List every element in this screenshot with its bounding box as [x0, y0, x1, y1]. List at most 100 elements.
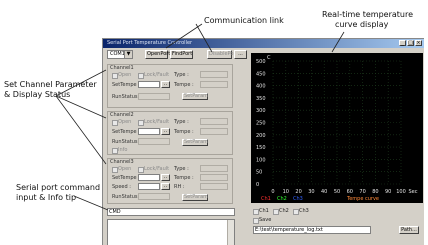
callout-realtime-line1: Real-time temperature	[322, 10, 414, 19]
maximize-button[interactable]: □	[407, 40, 414, 46]
extra-button[interactable]: ...	[234, 50, 247, 59]
command-input[interactable]: CMD	[107, 208, 235, 216]
close-button[interactable]: ×	[415, 40, 422, 46]
channel2-type-field	[200, 118, 228, 125]
chart-y-tick-label: 400	[256, 84, 266, 90]
channel1-tempe-label: Tempe :	[174, 82, 194, 88]
window-title: Serial Port Temperature Controller	[107, 40, 193, 46]
callout-set-channel: Set Channel Parameter & Display Status	[4, 80, 97, 100]
channel3-speed-button[interactable]: ..	[161, 183, 170, 190]
channel1-type-label: Type :	[174, 72, 189, 78]
channel2-runstatus-label: RunStatus :	[112, 139, 141, 145]
chart-y-tick-label: 250	[256, 121, 266, 127]
channel2-setparam-button[interactable]: SetParam	[182, 139, 208, 146]
channel1-lock-label: Lock/Fault	[144, 72, 170, 78]
channel2-type-label: Type :	[174, 119, 189, 125]
chart-y-tick-label: 500	[256, 59, 266, 65]
app-window: Serial Port Temperature Controller _ □ ×…	[102, 38, 424, 245]
callout-set-channel-line2: & Display Status	[4, 90, 71, 99]
channel2-settempe-input[interactable]	[138, 128, 160, 135]
channel3-rh-field	[200, 183, 228, 190]
channel2-tempe-field	[200, 128, 228, 135]
browse-path-button[interactable]: Path...	[399, 226, 419, 234]
chart-y-tick-label: 100	[256, 157, 266, 163]
chart-x-tick-label: 10	[283, 189, 289, 195]
channel2-settempe-label: SetTempe :	[112, 129, 140, 135]
channel3-tempe-field	[200, 174, 228, 181]
callout-serial-port-line2: input & Info tip	[16, 193, 77, 202]
disable-port-button[interactable]: DisablePort	[207, 50, 237, 59]
channel3-setparam-button[interactable]: SetParam	[182, 194, 208, 201]
channel3-settempe-input[interactable]	[138, 174, 160, 181]
channel2-title: Channel2	[110, 112, 134, 118]
save-label: Save	[259, 217, 272, 223]
chart-x-tick-label: 30	[308, 189, 314, 195]
channel3-lock-label: Lock/Fault	[144, 166, 170, 172]
callout-set-channel-line1: Set Channel Parameter	[4, 80, 97, 89]
channel1-setparam-button[interactable]: SetParam	[182, 93, 208, 100]
channel1-title: Channel1	[110, 65, 134, 71]
log-scrollbar[interactable]	[227, 220, 234, 245]
port-select-value: COM1	[110, 51, 125, 57]
channel2-open-label: Open	[118, 119, 132, 125]
channel1-tempe-field	[200, 81, 228, 88]
channel1-runstatus-label: RunStatus :	[112, 94, 141, 100]
channel2-group: Channel2 Open Lock/Fault Type : SetTempe…	[107, 111, 233, 155]
title-bar: Serial Port Temperature Controller _ □ ×	[103, 39, 424, 48]
channel1-type-field	[200, 71, 228, 78]
channel3-open-label: Open	[118, 166, 132, 172]
chart-x-tick-label: 0	[271, 189, 274, 195]
channel1-settempe-label: SetTempe :	[112, 82, 140, 88]
callout-realtime-chart: Real-time temperature curve display	[322, 10, 413, 30]
chart-y-tick-label: 300	[256, 108, 266, 114]
channel2-tempe-label: Tempe :	[174, 129, 194, 135]
chart-y-tick-label: 150	[256, 145, 266, 151]
chart-legend-ch3: Ch3	[293, 196, 303, 202]
chart-x-tick-label: 100	[396, 189, 406, 195]
chart-x-tick-label: 50	[334, 189, 340, 195]
chart-y-tick-label: 50	[256, 170, 262, 176]
channel1-runstatus-field	[138, 93, 170, 100]
channel3-title: Channel3	[110, 159, 134, 165]
channel2-set-button[interactable]: ..	[161, 128, 170, 135]
ch3-visible-label: Ch3	[299, 208, 309, 214]
chart-y-tick-label: 0	[256, 182, 259, 188]
channel2-runstatus-field	[138, 138, 170, 145]
channel1-open-label: Open	[118, 72, 132, 78]
open-port-button[interactable]: OpenPort	[145, 50, 170, 59]
find-port-button[interactable]: FindPort	[170, 50, 193, 59]
channel1-group: Channel1 Open Lock/Fault Type : SetTempe…	[107, 64, 233, 108]
chart-y-tick-label: 450	[256, 71, 266, 77]
chart-x-tick-label: 70	[359, 189, 365, 195]
channel3-type-field	[200, 165, 228, 172]
callout-serial-port-line1: Serial port command	[16, 183, 101, 192]
port-select[interactable]: COM1 ▼	[107, 50, 133, 59]
channel1-settempe-input[interactable]	[138, 81, 160, 88]
channel3-settempe-label: SetTempe :	[112, 175, 140, 181]
callout-serial-port: Serial port command input & Info tip	[16, 183, 100, 203]
channel3-set-button[interactable]: ..	[161, 174, 170, 181]
ch1-visible-label: Ch1	[259, 208, 269, 214]
channel2-info-label: Info	[118, 147, 128, 153]
channel3-type-label: Type :	[174, 166, 189, 172]
channel2-lock-label: Lock/Fault	[144, 119, 170, 125]
channel3-runstatus-label: RunStatus :	[112, 194, 141, 200]
chart-y-tick-label: 200	[256, 133, 266, 139]
temperature-chart: 500 450 400 350 300 250 200 150 100 50 0 0 10 20 30 40 5…	[251, 53, 423, 203]
chart-legend-ch2: Ch2	[277, 196, 287, 202]
chart-x-tick-label: 80	[372, 189, 378, 195]
channel3-speed-input[interactable]	[138, 183, 160, 190]
chart-x-tick-label: Sec	[409, 189, 418, 195]
chart-x-tick-label: 20	[295, 189, 301, 195]
chart-y-unit: C	[267, 55, 271, 61]
chart-x-tick-label: 90	[385, 189, 391, 195]
channel1-set-button[interactable]: ..	[161, 81, 170, 88]
save-path-input[interactable]: E:\test\temperature_log.txt	[253, 226, 371, 234]
callout-realtime-line2: curve display	[335, 20, 389, 29]
chart-x-tick-label: 60	[347, 189, 353, 195]
minimize-button[interactable]: _	[399, 40, 406, 46]
chevron-down-icon[interactable]: ▼	[124, 51, 132, 58]
ch2-visible-label: Ch2	[279, 208, 289, 214]
info-log[interactable]	[107, 219, 235, 245]
chart-legend-tempe-curve: Tempe curve	[346, 196, 379, 202]
